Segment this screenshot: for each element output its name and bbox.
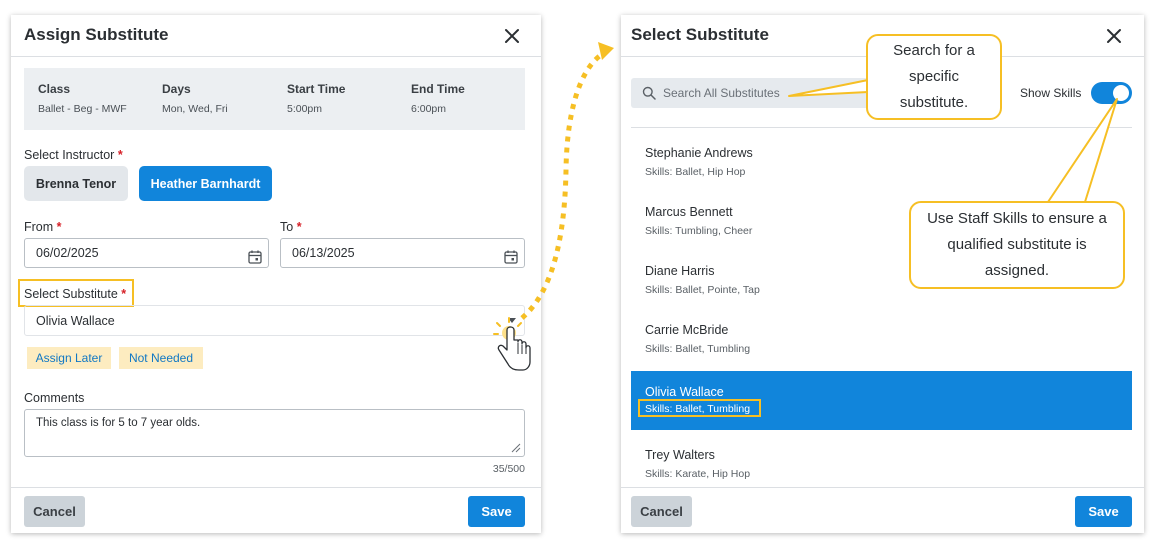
skills-callout: Use Staff Skills to ensure a qualified s…	[909, 201, 1125, 289]
to-label-text: To	[280, 220, 294, 234]
info-class: Class Ballet - Beg - MWF	[38, 82, 127, 115]
substitute-select[interactable]: Olivia Wallace	[24, 305, 525, 336]
substitute-list-item[interactable]: Carrie McBride Skills: Ballet, Tumbling	[631, 310, 1132, 369]
from-label-text: From	[24, 220, 54, 234]
comments-textarea[interactable]: This class is for 5 to 7 year olds.	[24, 409, 525, 457]
list-divider	[631, 127, 1132, 128]
substitute-label-text: Select Substitute	[24, 287, 118, 301]
from-date-value: 06/02/2025	[36, 246, 99, 260]
search-placeholder: Search All Substitutes	[663, 86, 780, 100]
info-start-time-label: Start Time	[287, 82, 346, 96]
arrow-head	[598, 42, 614, 60]
info-start-time: Start Time 5:00pm	[287, 82, 345, 115]
info-start-time-value: 5:00pm	[287, 103, 323, 115]
substitute-select-value: Olivia Wallace	[36, 314, 115, 328]
substitute-skills: Skills: Ballet, Tumbling	[645, 343, 751, 355]
comments-label: Comments	[24, 391, 85, 405]
class-info-panel: Class Ballet - Beg - MWF Days Mon, Wed, …	[24, 68, 525, 130]
save-button[interactable]: Save	[1075, 496, 1132, 527]
substitute-list-item[interactable]: Trey Walters Skills: Karate, Hip Hop	[631, 435, 1132, 494]
required-mark: *	[117, 148, 123, 162]
to-date-value: 06/13/2025	[292, 246, 355, 260]
info-days-value: Mon, Wed, Fri	[162, 103, 228, 115]
search-callout: Search for a specific substitute.	[866, 34, 1002, 120]
required-mark: *	[56, 220, 62, 234]
tutorial-canvas: Assign Substitute Class Ballet - Beg - M…	[0, 0, 1163, 554]
dialog-header: Assign Substitute	[11, 15, 541, 57]
show-skills-toggle[interactable]	[1091, 82, 1132, 104]
substitute-name: Carrie McBride	[645, 323, 729, 337]
dialog-footer: Cancel Save	[11, 487, 541, 533]
substitute-skills: Skills: Ballet, Tumbling	[645, 403, 751, 415]
cancel-button[interactable]: Cancel	[631, 496, 692, 527]
instructor-button-heather-barnhardt[interactable]: Heather Barnhardt	[139, 166, 272, 201]
substitute-name: Olivia Wallace	[645, 385, 724, 399]
dialog-title: Assign Substitute	[24, 25, 169, 44]
search-input[interactable]: Search All Substitutes	[631, 78, 869, 108]
info-days: Days Mon, Wed, Fri	[162, 82, 228, 115]
instructor-button-brenna-tenor[interactable]: Brenna Tenor	[24, 166, 128, 201]
not-needed-button[interactable]: Not Needed	[119, 347, 203, 369]
substitute-name: Diane Harris	[645, 264, 715, 278]
comments-value: This class is for 5 to 7 year olds.	[36, 417, 201, 429]
substitute-skills: Skills: Karate, Hip Hop	[645, 468, 751, 480]
to-label: To *	[280, 220, 302, 234]
search-icon	[642, 86, 656, 105]
instructor-label: Select Instructor *	[24, 148, 123, 162]
toggle-knob	[1113, 85, 1129, 101]
calendar-icon[interactable]	[504, 246, 518, 264]
info-end-time-value: 6:00pm	[411, 103, 447, 115]
instructor-label-text: Select Instructor	[24, 148, 115, 162]
save-button[interactable]: Save	[468, 496, 525, 527]
info-end-time-label: End Time	[411, 82, 465, 96]
info-days-label: Days	[162, 82, 191, 96]
chevron-down-icon	[508, 318, 516, 323]
info-class-value: Ballet - Beg - MWF	[38, 103, 127, 115]
substitute-skills: Skills: Ballet, Pointe, Tap	[645, 284, 760, 296]
assign-substitute-dialog: Assign Substitute Class Ballet - Beg - M…	[11, 15, 541, 533]
required-mark: *	[296, 220, 302, 234]
cancel-button[interactable]: Cancel	[24, 496, 85, 527]
search-callout-text: Search for a specific substitute.	[893, 42, 975, 111]
close-icon[interactable]	[1105, 27, 1123, 45]
substitute-label: Select Substitute *	[24, 287, 126, 301]
close-icon[interactable]	[503, 27, 521, 45]
calendar-icon[interactable]	[248, 246, 262, 264]
dialog-title: Select Substitute	[631, 25, 769, 44]
substitute-skills: Skills: Ballet, Hip Hop	[645, 166, 746, 178]
substitute-list-item-selected[interactable]: Olivia Wallace Skills: Ballet, Tumbling	[631, 371, 1132, 430]
substitute-skills: Skills: Tumbling, Cheer	[645, 225, 753, 237]
info-end-time: End Time 6:00pm	[411, 82, 465, 115]
substitute-name: Marcus Bennett	[645, 205, 733, 219]
from-date-field[interactable]: 06/02/2025	[24, 238, 269, 268]
required-mark: *	[121, 287, 127, 301]
substitute-name: Trey Walters	[645, 448, 715, 462]
assign-later-button[interactable]: Assign Later	[27, 347, 111, 369]
resize-handle-icon[interactable]	[511, 443, 521, 453]
info-class-label: Class	[38, 82, 71, 96]
skills-callout-text: Use Staff Skills to ensure a qualified s…	[927, 210, 1107, 279]
substitute-list-item[interactable]: Stephanie Andrews Skills: Ballet, Hip Ho…	[631, 133, 1132, 192]
dialog-footer: Cancel Save	[621, 487, 1144, 533]
substitute-name: Stephanie Andrews	[645, 146, 753, 160]
to-date-field[interactable]: 06/13/2025	[280, 238, 525, 268]
character-counter: 35/500	[492, 463, 525, 475]
show-skills-label: Show Skills	[1020, 86, 1082, 100]
from-label: From *	[24, 220, 62, 234]
